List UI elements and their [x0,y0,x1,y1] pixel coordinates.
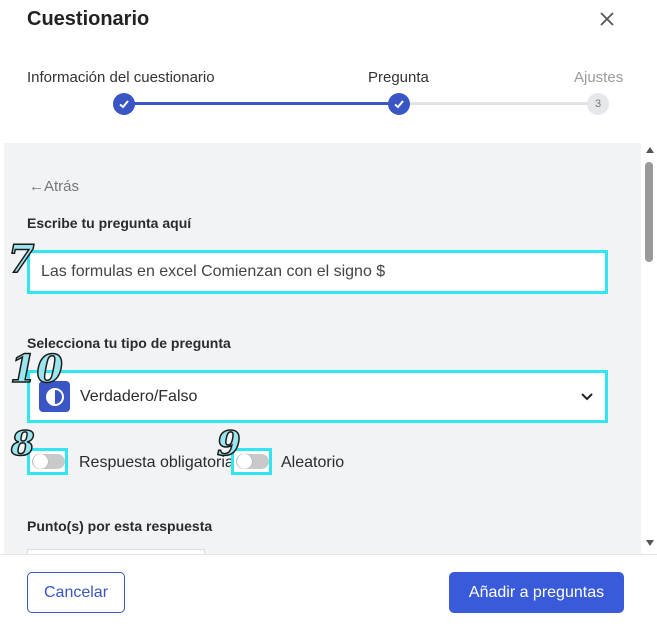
scrollbar[interactable] [643,143,657,554]
points-label: Punto(s) por esta respuesta [27,518,213,534]
close-icon [600,12,614,26]
modal-title: Cuestionario [27,8,150,30]
step-dot-settings[interactable]: 3 [587,93,609,115]
add-to-questions-button[interactable]: Añadir a preguntas [449,572,624,613]
question-input[interactable] [27,250,608,294]
scroll-up-icon[interactable] [646,147,654,153]
scroll-down-icon[interactable] [646,540,654,546]
question-label: Escribe tu pregunta aquí [27,215,192,231]
step-progress-line [124,102,399,105]
random-toggle-label: Aleatorio [281,454,345,471]
annotation-label-7: 7 [7,235,35,282]
check-icon [394,100,404,109]
step-dot-question[interactable] [388,93,410,115]
question-form-panel: ←Atrás Escribe tu pregunta aquí Seleccio… [4,143,641,554]
required-toggle-label: Respuesta obligatoria [79,454,234,471]
chevron-down-icon [581,393,593,401]
annotation-label-10: 10 [9,345,63,392]
close-button[interactable] [596,8,618,30]
back-link[interactable]: ←Atrás [29,178,79,195]
check-icon [119,100,129,109]
cancel-button[interactable]: Cancelar [27,572,125,613]
step-label-info[interactable]: Información del cuestionario [27,69,215,86]
step-label-question[interactable]: Pregunta [368,69,429,86]
question-type-select[interactable]: Verdadero/Falso [27,370,608,423]
step-label-settings[interactable]: Ajustes [574,69,623,86]
footer-divider [0,554,657,555]
toggle-knob [33,454,48,469]
annotation-label-9: 9 [216,423,241,465]
scroll-thumb[interactable] [645,162,653,262]
step-remaining-line [399,102,598,105]
annotation-label-8: 8 [10,423,35,465]
step-dot-info[interactable] [113,93,135,115]
question-type-value: Verdadero/Falso [80,387,198,405]
